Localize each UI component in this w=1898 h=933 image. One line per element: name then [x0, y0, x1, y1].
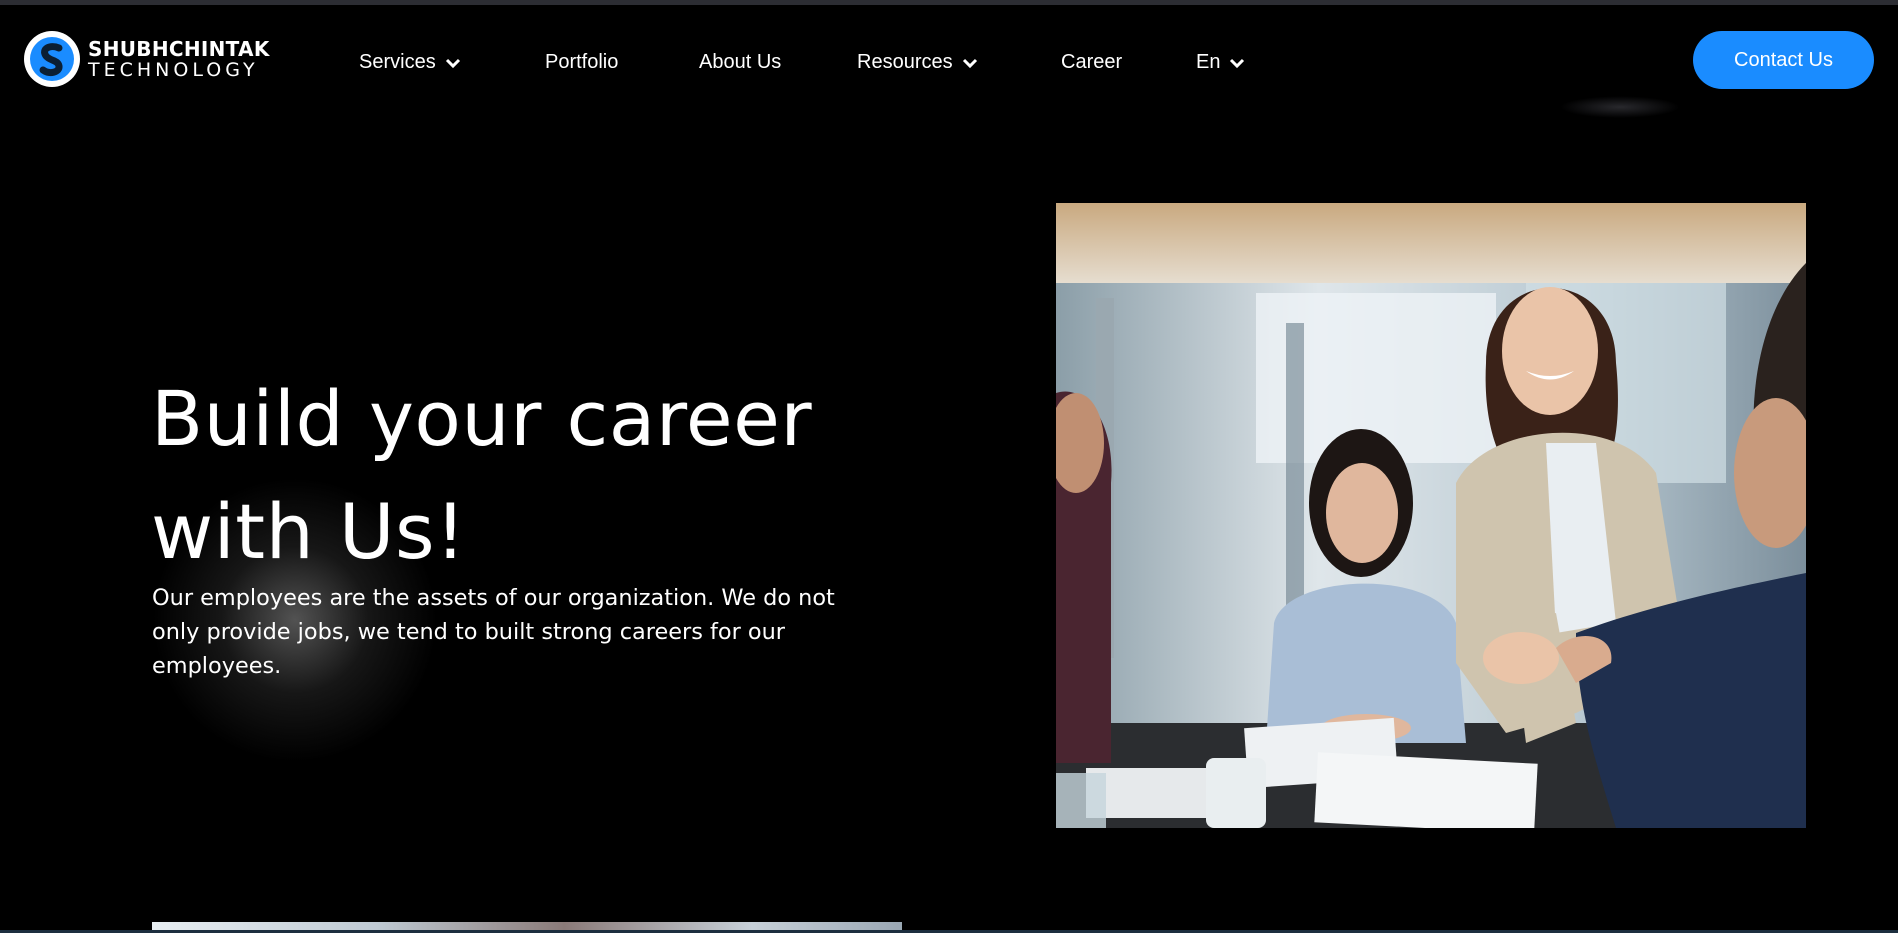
logo-s-icon	[24, 31, 80, 87]
nav-item-about-us[interactable]: About Us	[699, 51, 781, 74]
chevron-down-icon	[1230, 58, 1245, 68]
chevron-down-icon	[445, 58, 460, 68]
nav-label-about-us: About Us	[699, 51, 782, 73]
hero-title-line1: Build your career	[151, 374, 813, 463]
hero-description: Our employees are the assets of our orga…	[152, 585, 835, 679]
chevron-down-icon	[962, 58, 977, 68]
logo-name-line2: TECHNOLOGY	[88, 58, 259, 81]
logo-text: SHUBHCHINTAK TECHNOLOGY	[88, 39, 270, 80]
team-handshake-photo	[1056, 203, 1806, 828]
career-page: SHUBHCHINTAK TECHNOLOGY Services Portfol…	[0, 0, 1898, 933]
nav-label-services: Services	[359, 51, 436, 73]
nav-label-career: Career	[1061, 51, 1123, 73]
brand-logo[interactable]: SHUBHCHINTAK TECHNOLOGY	[24, 31, 270, 87]
logo-name-line1: SHUBHCHINTAK	[88, 36, 270, 61]
language-selector[interactable]: En	[1196, 51, 1245, 74]
language-label: En	[1196, 51, 1221, 73]
nav-item-resources[interactable]: Resources	[857, 51, 978, 74]
nav-item-career[interactable]: Career	[1061, 51, 1122, 74]
hero-title-line2: with Us!	[151, 487, 467, 576]
nav-item-portfolio[interactable]: Portfolio	[545, 51, 618, 74]
nav-label-resources: Resources	[857, 51, 953, 73]
hero-title: Build your career with Us!	[151, 362, 871, 588]
hero-image	[1056, 203, 1806, 828]
nav-label-portfolio: Portfolio	[545, 51, 619, 73]
nav-item-services[interactable]: Services	[359, 51, 461, 74]
decorative-glow	[1560, 96, 1680, 118]
contact-us-button[interactable]: Contact Us	[1693, 31, 1874, 89]
